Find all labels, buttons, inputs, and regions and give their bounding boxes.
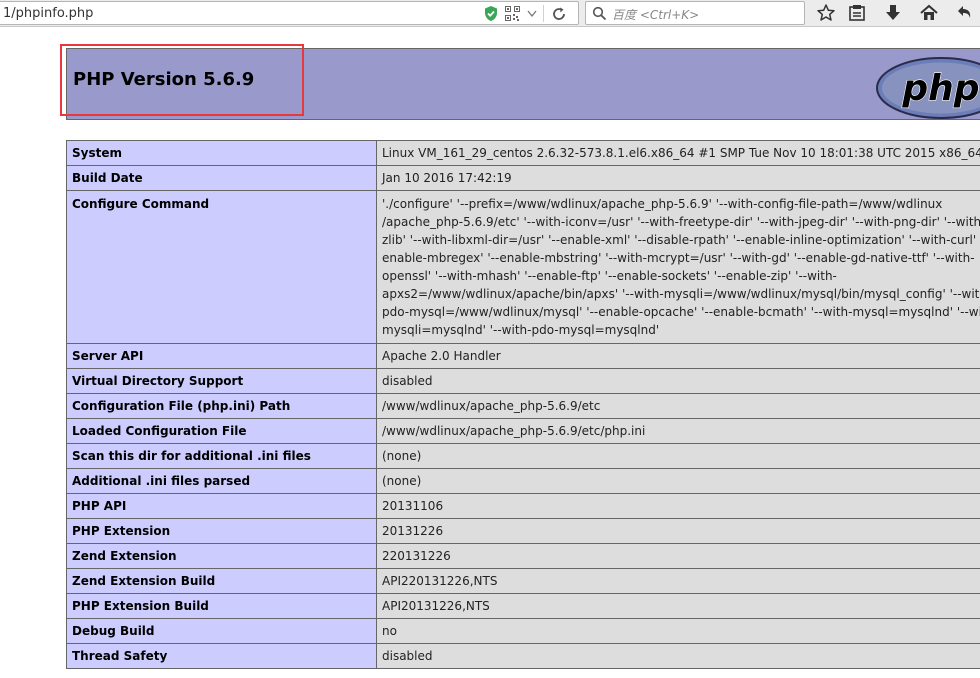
row-value: disabled — [376, 368, 980, 394]
table-row: Loaded Configuration File/www/wdlinux/ap… — [66, 418, 980, 444]
bookmark-star-icon[interactable] — [816, 3, 836, 23]
search-bar[interactable]: 百度 <Ctrl+K> — [585, 1, 805, 25]
table-row: Additional .ini files parsed (none) — [66, 468, 980, 494]
qr-code-icon[interactable] — [505, 6, 520, 21]
row-label: Thread Safety — [66, 643, 377, 669]
table-row: Scan this dir for additional .ini files(… — [66, 443, 980, 469]
table-row: Virtual Directory Support disabled — [66, 368, 980, 394]
row-value: no — [376, 618, 980, 644]
row-value: (none) — [376, 468, 980, 494]
row-label: System — [66, 140, 377, 166]
table-row: Configure Command './configure' '--prefix… — [66, 190, 980, 344]
row-value: 20131226 — [376, 518, 980, 544]
row-label: Configuration File (php.ini) Path — [66, 393, 377, 419]
back-icon[interactable] — [954, 3, 974, 23]
address-bar[interactable]: 1/phpinfo.php — [0, 1, 579, 25]
row-value: (none) — [376, 443, 980, 469]
table-row: PHP API 20131106 — [66, 493, 980, 519]
row-value: 220131226 — [376, 543, 980, 569]
row-value: /www/wdlinux/apache_php-5.6.9/etc/php.in… — [376, 418, 980, 444]
table-row: Zend Extension Build API220131226,NTS — [66, 568, 980, 594]
table-row: Server API Apache 2.0 Handler — [66, 343, 980, 369]
table-row: Debug Build no — [66, 618, 980, 644]
row-label: Server API — [66, 343, 377, 369]
download-icon[interactable] — [883, 3, 903, 23]
svg-text:php: php — [901, 68, 979, 109]
browser-toolbar: 1/phpinfo.php 百度 <Ctrl+K> — [0, 0, 980, 27]
row-value: './configure' '--prefix=/www/wdlinux/apa… — [376, 190, 980, 344]
reading-list-icon[interactable] — [847, 3, 867, 23]
table-row: Build Date Jan 10 2016 17:42:19 — [66, 165, 980, 191]
row-value: API220131226,NTS — [376, 568, 980, 594]
table-row: PHP Extension Build API20131226,NTS — [66, 593, 980, 619]
row-label: Build Date — [66, 165, 377, 191]
reload-icon[interactable] — [551, 6, 567, 22]
row-label: Virtual Directory Support — [66, 368, 377, 394]
row-label: PHP API — [66, 493, 377, 519]
row-value: Apache 2.0 Handler — [376, 343, 980, 369]
row-value: API20131226,NTS — [376, 593, 980, 619]
table-row: Thread Safety disabled — [66, 643, 980, 669]
row-value: 20131106 — [376, 493, 980, 519]
dropdown-icon[interactable] — [527, 10, 537, 17]
table-row: Configuration File (php.ini) Path/www/wd… — [66, 393, 980, 419]
row-value: disabled — [376, 643, 980, 669]
row-label: Scan this dir for additional .ini files — [66, 443, 377, 469]
php-logo: php — [876, 57, 980, 119]
row-label: Additional .ini files parsed — [66, 468, 377, 494]
shield-icon[interactable] — [483, 5, 499, 22]
row-label: PHP Extension Build — [66, 593, 377, 619]
table-row: Zend Extension 220131226 — [66, 543, 980, 569]
url-text[interactable]: 1/phpinfo.php — [3, 6, 93, 21]
row-label: Zend Extension Build — [66, 568, 377, 594]
row-label: PHP Extension — [66, 518, 377, 544]
search-icon — [592, 6, 607, 21]
page-content: PHP Version 5.6.9 php System Linux VM_161… — [0, 27, 980, 678]
row-label: Zend Extension — [66, 543, 377, 569]
row-label: Loaded Configuration File — [66, 418, 377, 444]
highlight-annotation — [60, 44, 304, 116]
url-separator — [543, 5, 544, 22]
table-row: PHP Extension 20131226 — [66, 518, 980, 544]
info-table: System Linux VM_161_29_centos 2.6.32-573.… — [66, 140, 980, 669]
row-value: /www/wdlinux/apache_php-5.6.9/etc — [376, 393, 980, 419]
home-icon[interactable] — [919, 3, 939, 23]
row-label: Configure Command — [66, 190, 377, 344]
row-label: Debug Build — [66, 618, 377, 644]
row-value: Jan 10 2016 17:42:19 — [376, 165, 980, 191]
search-placeholder: 百度 <Ctrl+K> — [612, 8, 700, 22]
table-row: System Linux VM_161_29_centos 2.6.32-573.… — [66, 140, 980, 166]
row-value: Linux VM_161_29_centos 2.6.32-573.8.1.el… — [376, 140, 980, 166]
